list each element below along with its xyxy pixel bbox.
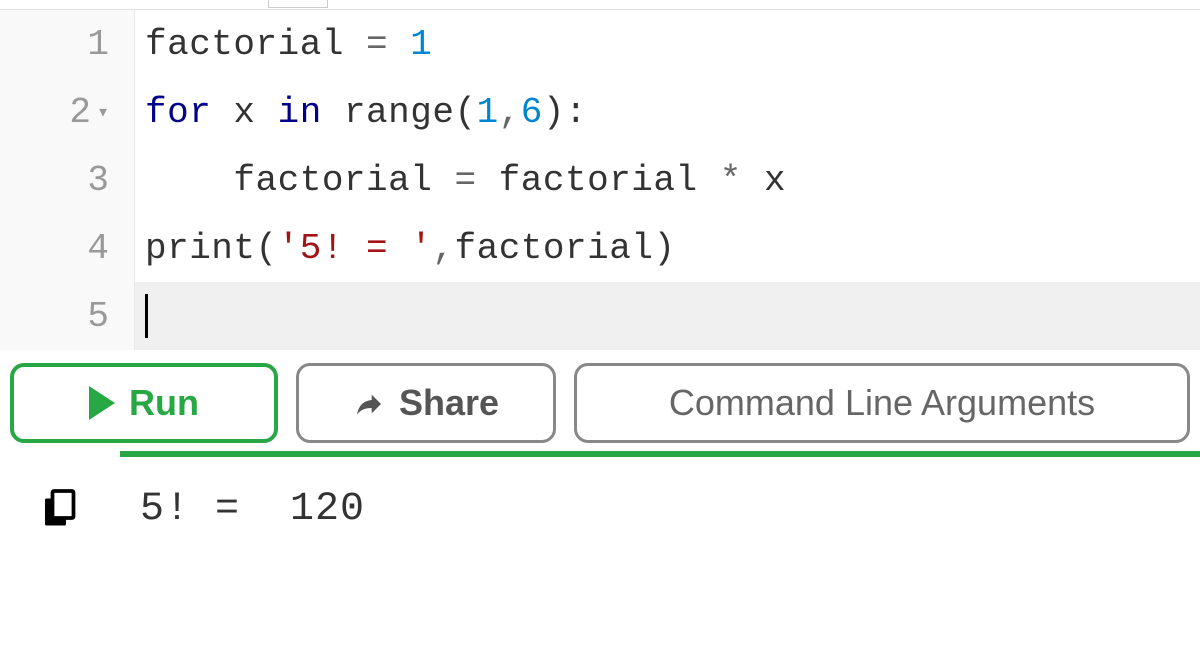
copy-icon[interactable] (42, 489, 78, 542)
line-number: 1 (87, 24, 109, 65)
run-label: Run (129, 382, 199, 424)
editor-top-border (0, 0, 1200, 10)
code-editor[interactable]: 1factorial = 12▾for x in range(1,6):3 fa… (0, 10, 1200, 350)
code-content[interactable]: print('5! = ',factorial) (135, 228, 676, 269)
share-icon (353, 387, 385, 419)
code-content[interactable] (135, 294, 148, 338)
command-line-args-button[interactable]: Command Line Arguments (574, 363, 1190, 443)
line-number: 3 (87, 160, 109, 201)
run-button[interactable]: Run (10, 363, 278, 443)
play-icon (89, 386, 115, 420)
code-line[interactable]: 1 factorial = 1 (0, 10, 1200, 78)
args-label: Command Line Arguments (669, 382, 1095, 424)
line-number: 4 (87, 228, 109, 269)
text-cursor (145, 294, 148, 338)
share-label: Share (399, 382, 499, 424)
code-line[interactable]: 2▾for x in range(1,6): (0, 78, 1200, 146)
line-number-gutter: 5 (0, 282, 135, 350)
tab-stub[interactable] (268, 0, 328, 8)
line-number-gutter: 4 (0, 214, 135, 282)
line-number: 5 (87, 296, 109, 337)
line-number-gutter: 3 (0, 146, 135, 214)
share-button[interactable]: Share (296, 363, 556, 443)
code-content[interactable]: factorial = 1 (135, 24, 432, 65)
code-content[interactable]: for x in range(1,6): (135, 92, 587, 133)
output-text: 5! = 120 (120, 487, 365, 542)
fold-arrow-icon[interactable]: ▾ (97, 99, 109, 125)
code-content[interactable]: factorial = factorial * x (135, 160, 786, 201)
line-number: 2 (69, 92, 91, 133)
code-line[interactable]: 5 (0, 282, 1200, 350)
toolbar: Run Share Command Line Arguments (0, 355, 1200, 451)
line-number-gutter: 1 (0, 10, 135, 78)
output-gutter (0, 487, 120, 542)
output-panel: 5! = 120 (0, 457, 1200, 542)
line-number-gutter: 2▾ (0, 78, 135, 146)
code-line[interactable]: 3 factorial = factorial * x (0, 146, 1200, 214)
code-line[interactable]: 4 print('5! = ',factorial) (0, 214, 1200, 282)
